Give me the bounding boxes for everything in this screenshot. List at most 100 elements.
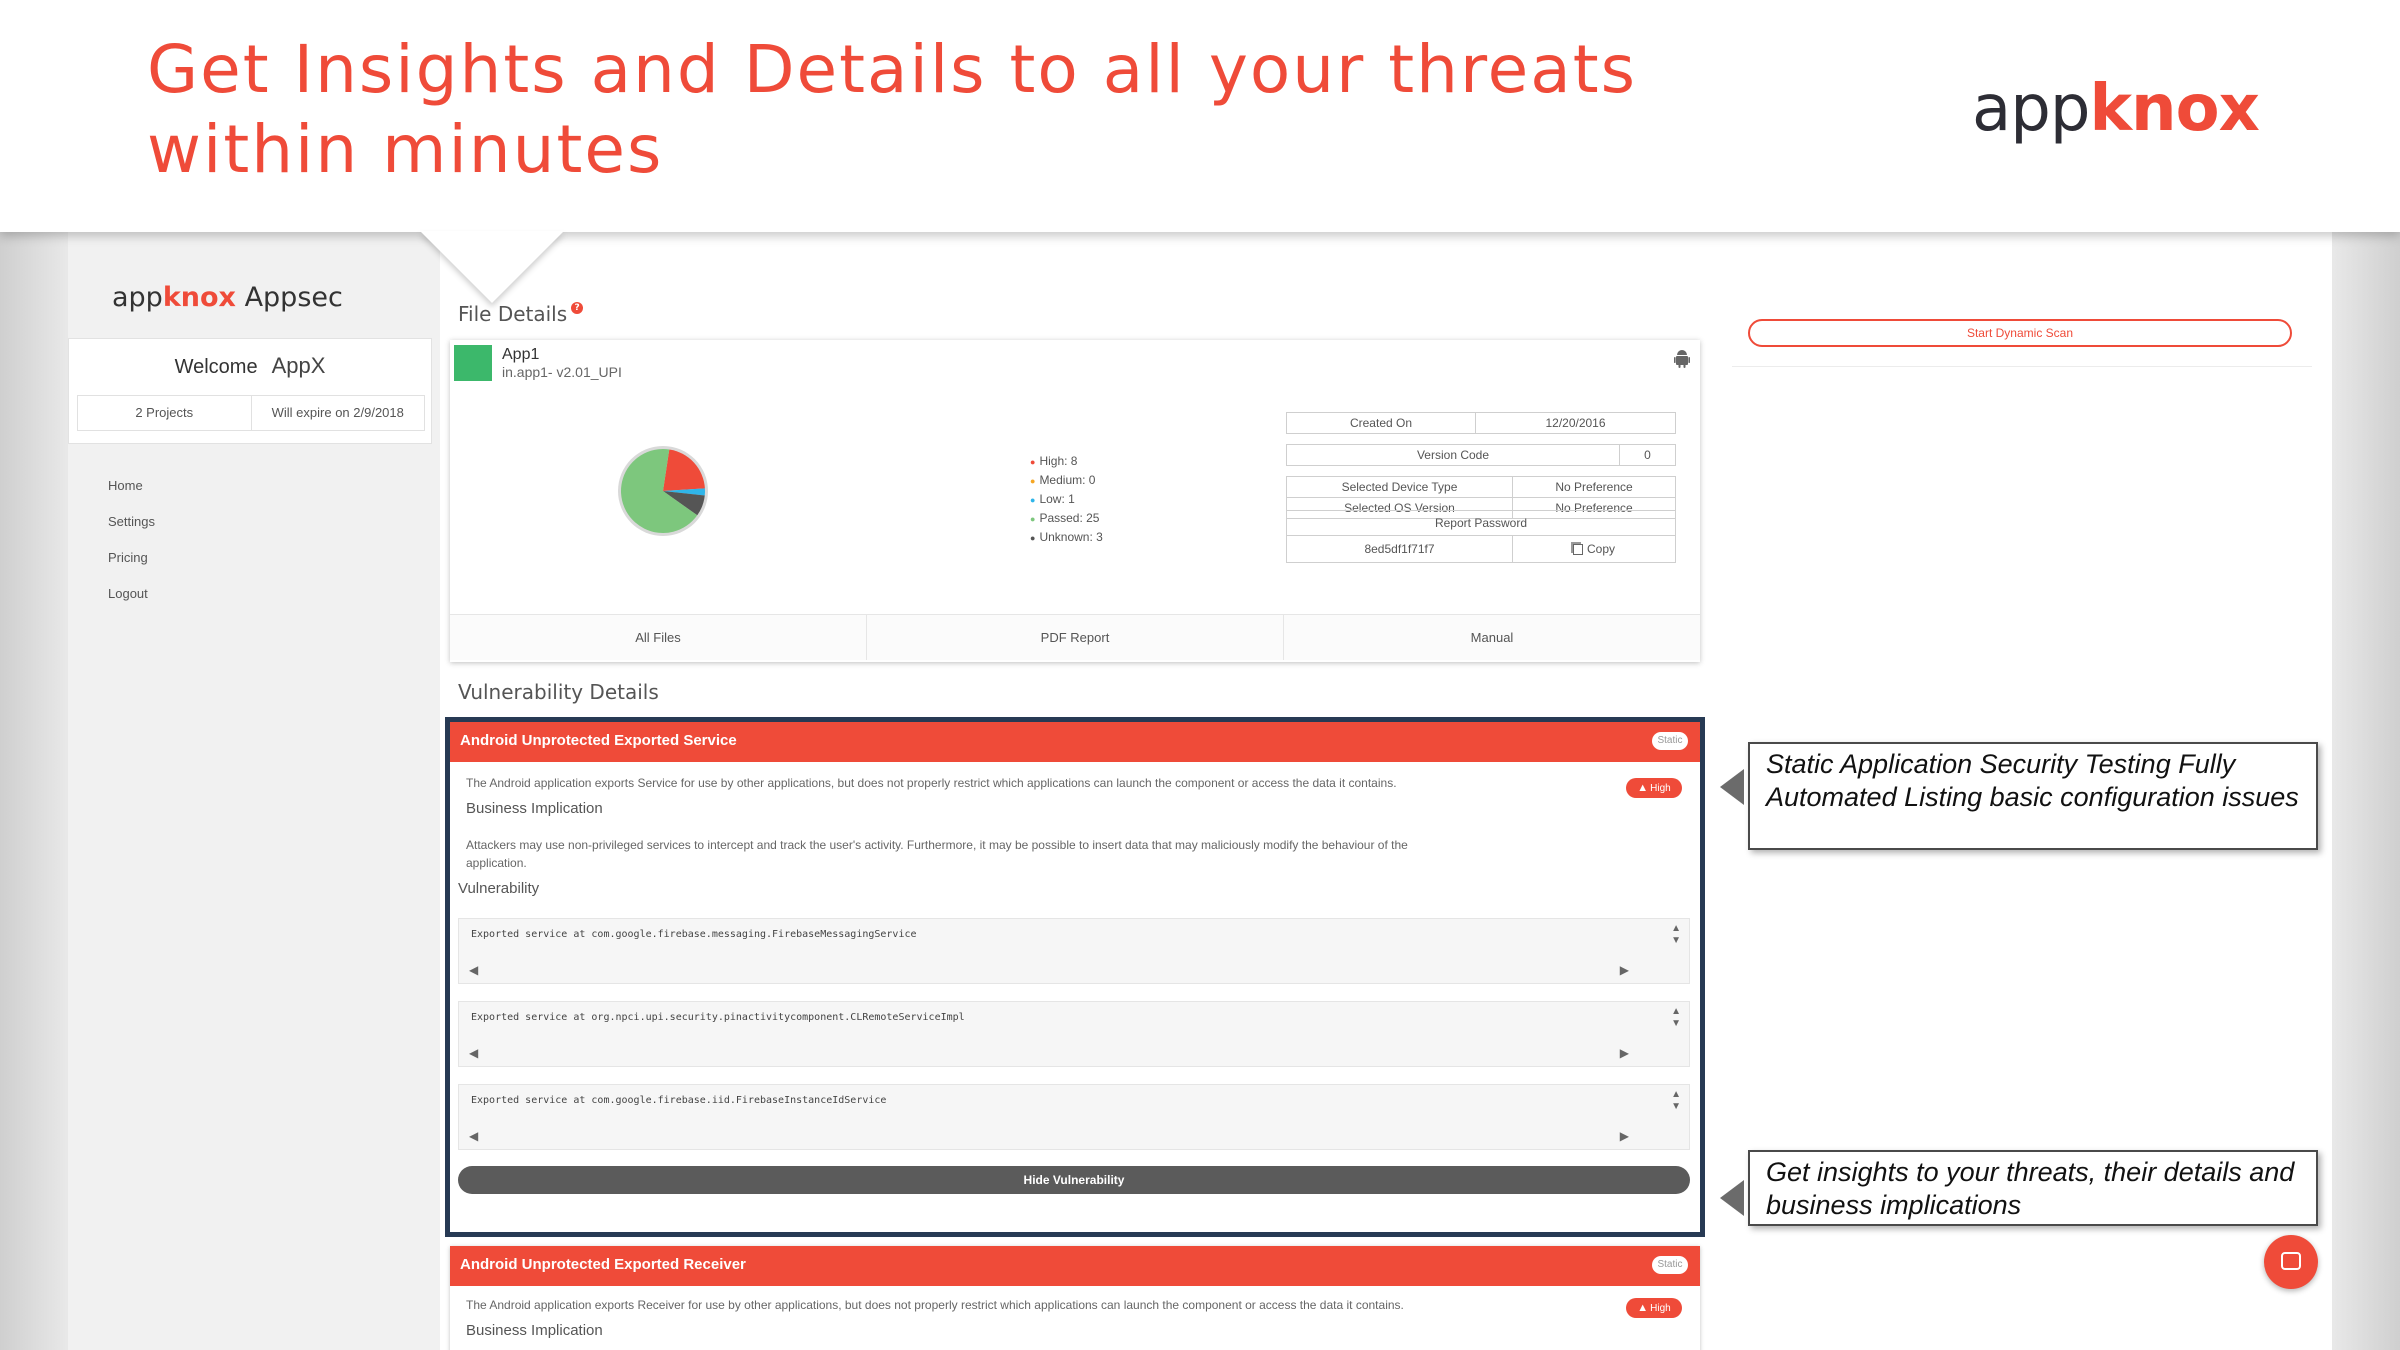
severity-badge: ▲ High [1626,778,1682,798]
report-password-row: 8ed5df1f71f7 Copy [1287,536,1675,562]
vulnerability-description: The Android application exports Receiver… [466,1298,1404,1312]
vulnerability-header[interactable]: Android Unprotected Exported Receiver St… [450,1246,1700,1286]
sidebar-nav: Home Settings Pricing Logout [108,468,155,612]
hide-vulnerability-button[interactable]: Hide Vulnerability [458,1166,1690,1194]
warning-icon: ▲ [1637,1302,1649,1314]
business-implication-text: Attackers may use non-privileged service… [466,838,1408,870]
scroll-left-icon[interactable]: ◀ [469,963,478,977]
app-name: App1 [502,346,540,363]
brand-logo-app: app [1972,72,2090,146]
finding-text: Exported service at com.google.firebase.… [471,929,917,940]
start-dynamic-scan-button[interactable]: Start Dynamic Scan [1748,319,2292,347]
manual-tab[interactable]: Manual [1283,615,1700,660]
nav-settings[interactable]: Settings [108,504,155,540]
copy-label: Copy [1586,542,1615,556]
horizontal-scrollbar[interactable]: ◀ ▶ [469,1129,1629,1143]
legend-medium: Medium: 0 [1030,471,1103,490]
app-icon [454,345,492,381]
severity-legend: High: 8 Medium: 0 Low: 1 Passed: 25 Unkn… [1030,452,1103,547]
device-type-label: Selected Device Type [1287,477,1513,497]
sidebar-logo-knox: knox [162,282,236,313]
warning-icon: ▲ [1637,782,1649,794]
static-badge: Static [1652,732,1688,750]
horizontal-scrollbar[interactable]: ◀ ▶ [469,963,1629,977]
projects-count[interactable]: 2 Projects [78,396,251,430]
plan-expiry: Will expire on 2/9/2018 [250,396,425,430]
scroll-right-icon[interactable]: ▶ [1620,1129,1629,1143]
scroll-right-icon[interactable]: ▶ [1620,963,1629,977]
finding-box: Exported service at com.google.firebase.… [458,918,1690,984]
file-details-title: File Details? [458,302,584,326]
scroll-left-icon[interactable]: ◀ [469,1129,478,1143]
welcome-line: Welcome AppX [69,353,431,379]
severity-label: High [1650,1303,1671,1314]
header-pointer [420,231,564,303]
pie-slice-high [663,449,705,491]
report-password-label: Report Password [1287,511,1675,536]
severity-pie [618,446,708,536]
android-icon [1674,350,1690,368]
insights-callout: Get insights to your threats, their deta… [1748,1150,2318,1226]
severity-badge: ▲ High [1626,1298,1682,1318]
copy-button[interactable]: Copy [1513,536,1675,562]
help-icon[interactable]: ? [571,302,584,314]
version-code-row: Version Code 0 [1286,444,1676,466]
device-type-row: Selected Device Type No Preference [1287,477,1675,497]
vertical-scroll-arrows[interactable]: ▲ ▼ [1671,923,1681,947]
nav-logout[interactable]: Logout [108,576,155,612]
vulnerability-label: Vulnerability [458,880,540,897]
scroll-right-icon[interactable]: ▶ [1620,1046,1629,1060]
finding-box: Exported service at org.npci.upi.securit… [458,1001,1690,1067]
chat-bubble-icon [2281,1252,2301,1270]
severity-pie-chart [616,444,710,538]
file-details-card: App1 in.app1- v2.01_UPI High: 8 Medium: … [450,340,1700,662]
file-details-footer: All Files PDF Report Manual [450,614,1700,660]
vulnerability-card[interactable]: Android Unprotected Exported Receiver St… [450,1246,1700,1350]
vulnerability-details-title: Vulnerability Details [458,680,659,704]
severity-label: High [1650,783,1671,794]
version-code-label: Version Code [1416,448,1490,462]
slide-header: Get Insights and Details to all your thr… [0,0,2400,232]
pdf-report-tab[interactable]: PDF Report [866,615,1283,660]
finding-box: Exported service at com.google.firebase.… [458,1084,1690,1150]
created-on-label: Created On [1349,416,1413,430]
scroll-left-icon[interactable]: ◀ [469,1046,478,1060]
static-badge: Static [1652,1256,1688,1274]
vulnerability-title: Android Unprotected Exported Receiver [460,1256,746,1273]
report-password-value[interactable]: 8ed5df1f71f7 [1287,536,1513,562]
legend-low: Low: 1 [1030,490,1103,509]
finding-text: Exported service at org.npci.upi.securit… [471,1012,965,1023]
report-password: Report Password 8ed5df1f71f7 Copy [1286,510,1676,563]
welcome-label: Welcome [174,356,258,378]
user-name: AppX [271,353,326,378]
finding-text: Exported service at com.google.firebase.… [471,1095,887,1106]
sast-callout: Static Application Security Testing Full… [1748,742,2318,850]
legend-unknown: Unknown: 3 [1030,528,1102,547]
nav-pricing[interactable]: Pricing [108,540,155,576]
slide-headline: Get Insights and Details to all your thr… [147,30,1747,190]
vulnerability-header[interactable]: Android Unprotected Exported Service Sta… [450,722,1700,762]
callout-arrow [1720,769,1744,805]
file-details-label: File Details [458,302,568,326]
app-package: in.app1- v2.01_UPI [502,364,622,380]
headline-line-1: Get Insights and Details to all your thr… [147,31,1637,108]
vertical-scroll-arrows[interactable]: ▲ ▼ [1671,1089,1681,1113]
all-files-tab[interactable]: All Files [450,615,866,660]
sidebar-logo[interactable]: appknox Appsec [112,282,343,313]
callout-arrow [1720,1180,1744,1216]
horizontal-scrollbar[interactable]: ◀ ▶ [469,1046,1629,1060]
chat-icon[interactable] [2264,1235,2318,1289]
vulnerability-title: Android Unprotected Exported Service [460,732,737,749]
device-type-value: No Preference [1555,480,1633,494]
nav-home[interactable]: Home [108,468,155,504]
vulnerability-card[interactable]: Android Unprotected Exported Service Sta… [445,717,1705,1237]
vulnerability-description: The Android application exports Service … [466,776,1397,790]
sidebar: appknox Appsec Welcome AppX 2 Projects Wi… [68,232,440,1350]
sidebar-logo-app: app [112,282,163,313]
copy-icon [1572,544,1583,556]
headline-line-2: within minutes [147,111,664,188]
vertical-scroll-arrows[interactable]: ▲ ▼ [1671,1006,1681,1030]
created-on-row: Created On 12/20/2016 [1286,412,1676,434]
created-on-value: 12/20/2016 [1475,413,1675,433]
business-implication-label: Business Implication [466,1322,603,1339]
